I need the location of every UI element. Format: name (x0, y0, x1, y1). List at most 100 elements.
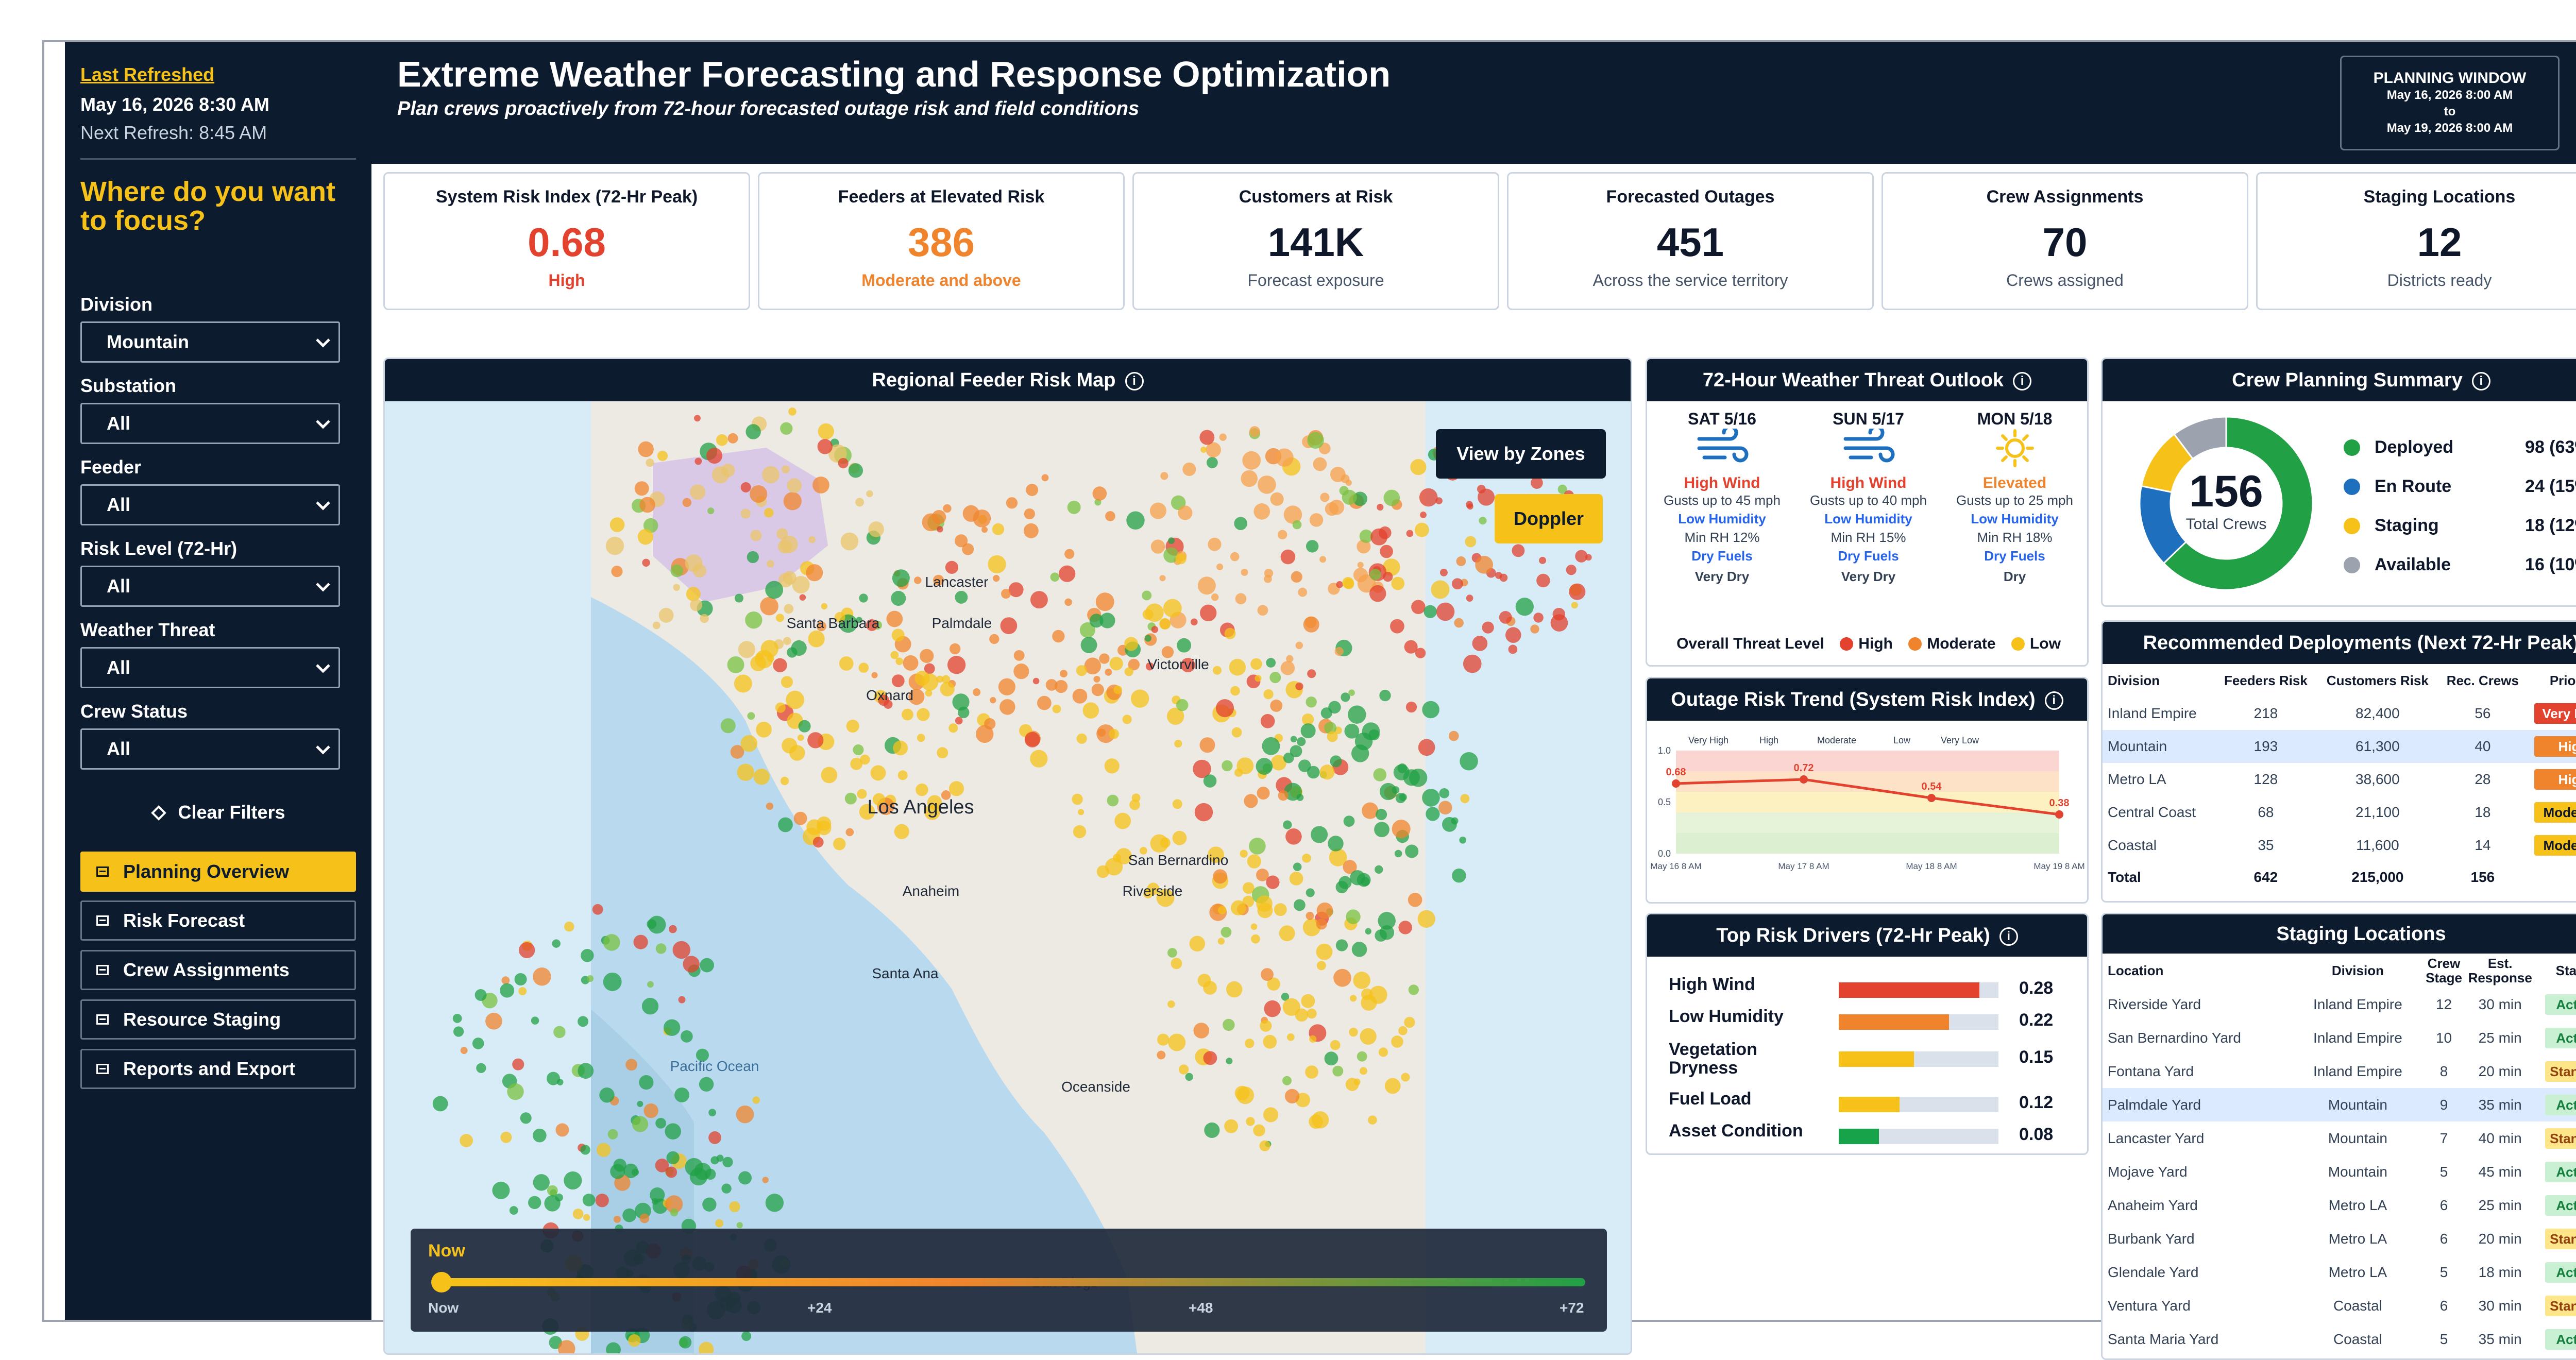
feeder-select[interactable]: All (80, 484, 340, 525)
driver-row-high-wind: High Wind 0.28 (1669, 975, 2081, 1006)
timeline-thumb[interactable] (431, 1272, 452, 1293)
risk-cell (646, 458, 654, 467)
table-row[interactable]: Mojave Yard Mountain 5 45 min Active (2103, 1155, 2576, 1188)
risk-cell (1301, 994, 1315, 1008)
driver-label: Vegetation Dryness (1669, 1040, 1757, 1078)
risk-cell (582, 1194, 596, 1206)
risk-cell (596, 1143, 611, 1157)
risk-cell (1383, 489, 1400, 506)
nav-crew-assignments[interactable]: Crew Assignments (80, 950, 356, 990)
risk-cell (1266, 658, 1276, 668)
filter-label-feeder: Feeder (80, 456, 142, 478)
timeline-tick-48: +48 (1189, 1300, 1213, 1316)
risk-cell (1182, 462, 1196, 476)
risk-cell (753, 768, 770, 785)
nav-label: Crew Assignments (123, 959, 290, 980)
weather-day-mon: MON 5/18 Elevated Gusts up to 25 mph Low… (1942, 410, 2087, 587)
cell-response: 35 min (2467, 1088, 2533, 1121)
risk-cell (1495, 572, 1502, 579)
trend-point[interactable] (2055, 810, 2063, 819)
risk-cell (1178, 1064, 1189, 1075)
risk-trend-panel: Outage Risk Trend (System Risk Index) i V… (1646, 677, 2089, 904)
last-refreshed-link[interactable]: Last Refreshed (80, 64, 356, 86)
table-row[interactable]: Inland Empire 218 82,400 56 Very High (2103, 697, 2576, 730)
weather-min-rh: Min RH 15% (1831, 530, 1906, 545)
risk-cell (685, 1158, 703, 1176)
clear-filters-button[interactable]: Clear Filters (80, 797, 356, 828)
table-row[interactable]: Central Coast 68 21,100 18 Moderate (2103, 796, 2576, 829)
risk-cell (680, 1030, 693, 1043)
risk-level-select[interactable]: All (80, 566, 340, 607)
risk-cell (1313, 457, 1327, 471)
nav-reports-export[interactable]: Reports and Export (80, 1049, 356, 1089)
staging-panel-header: Staging Locations (2103, 914, 2576, 954)
table-row[interactable]: Lancaster Yard Mountain 7 40 min Standby (2103, 1121, 2576, 1155)
view-by-zones-button[interactable]: View by Zones (1436, 429, 1606, 479)
table-row[interactable]: Coastal 35 11,600 14 Moderate (2103, 829, 2576, 862)
band-label: Very High (1688, 735, 1728, 745)
status-badge: Active (2545, 1027, 2576, 1048)
risk-cell (609, 517, 625, 532)
clear-filters-label: Clear Filters (178, 802, 285, 823)
risk-cell (782, 465, 790, 473)
risk-cell (793, 811, 807, 825)
info-icon[interactable]: i (1125, 371, 1144, 390)
nav-planning-overview[interactable]: Planning Overview (80, 852, 356, 892)
risk-cell (666, 1151, 680, 1165)
trend-point[interactable] (1672, 779, 1680, 788)
nav-risk-forecast[interactable]: Risk Forecast (80, 900, 356, 941)
risk-cell (812, 837, 824, 848)
weather-fuel-state: Dry (2003, 569, 2026, 584)
risk-cell (603, 972, 622, 991)
table-row[interactable]: Ventura Yard Coastal 6 30 min Standby (2103, 1289, 2576, 1322)
kpi-sub: Crews assigned (2006, 271, 2124, 290)
info-icon[interactable]: i (2044, 691, 2063, 710)
division-select[interactable]: Mountain (80, 321, 340, 363)
table-row[interactable]: Santa Maria Yard Coastal 5 35 min Active (2103, 1322, 2576, 1356)
table-row[interactable]: Glendale Yard Metro LA 5 18 min Active (2103, 1255, 2576, 1289)
table-row[interactable]: Riverside Yard Inland Empire 12 30 min Activ… (2103, 988, 2576, 1021)
info-icon[interactable]: i (2471, 371, 2490, 390)
legend-label-low: Low (2029, 635, 2061, 652)
risk-cell (721, 1183, 732, 1194)
risk-cell (1124, 637, 1138, 651)
table-row[interactable]: Mountain19361,30040 High (2103, 730, 2576, 763)
risk-cell (581, 948, 594, 962)
risk-cell (1324, 1051, 1338, 1066)
risk-cell (474, 989, 487, 1001)
risk-cell (890, 651, 899, 659)
cell-response: 18 min (2478, 1264, 2522, 1280)
info-icon[interactable]: i (1999, 927, 2018, 946)
risk-cell (937, 747, 948, 759)
crew-status-select[interactable]: All (80, 728, 340, 770)
nav-resource-staging[interactable]: Resource Staging (80, 999, 356, 1040)
risk-band (1676, 812, 2059, 833)
risk-cell (1001, 589, 1011, 599)
driver-row-fuel-load: Fuel Load 0.12 (1669, 1090, 2081, 1120)
risk-cell (762, 466, 779, 484)
map-panel-title: Regional Feeder Risk Map (872, 369, 1116, 391)
risk-cell (868, 521, 884, 537)
info-icon[interactable]: i (2013, 371, 2032, 390)
trend-point[interactable] (1800, 775, 1808, 784)
timeline-track[interactable] (442, 1278, 1585, 1286)
risk-cell (1420, 512, 1427, 518)
trend-point[interactable] (1927, 794, 1936, 802)
doppler-button[interactable]: Doppler (1495, 494, 1603, 543)
table-row[interactable]: Fontana Yard Inland Empire 8 20 min Standby (2103, 1055, 2576, 1088)
table-row[interactable]: Anaheim Yard Metro LA 6 25 min Active (2103, 1188, 2576, 1222)
table-row[interactable]: Metro LA 128 38,600 28 High (2103, 763, 2576, 796)
cell-status: Active (2533, 988, 2576, 1021)
timeline-tick-72: +72 (1560, 1300, 1584, 1316)
substation-select[interactable]: All (80, 403, 340, 444)
table-row[interactable]: Burbank Yard Metro LA 6 20 min Standby (2103, 1222, 2576, 1255)
risk-cell (1163, 599, 1182, 618)
crew-summary-panel: Crew Planning Summary i 156 Total Crews D… (2101, 358, 2576, 607)
table-row[interactable]: Palmdale YardMountain935 min Active (2103, 1088, 2576, 1121)
table-row[interactable]: San Bernardino Yard Inland Empire 10 25 min… (2103, 1021, 2576, 1055)
risk-map[interactable]: Lancaster Palmdale Santa Barbara Oxnard Vict… (385, 401, 1631, 1353)
risk-cell (789, 745, 805, 761)
threat-level-legend: Overall Threat Level High Moderate Low (1647, 635, 2087, 653)
weather-threat-select[interactable]: All (80, 647, 340, 688)
risk-cell (750, 485, 768, 503)
